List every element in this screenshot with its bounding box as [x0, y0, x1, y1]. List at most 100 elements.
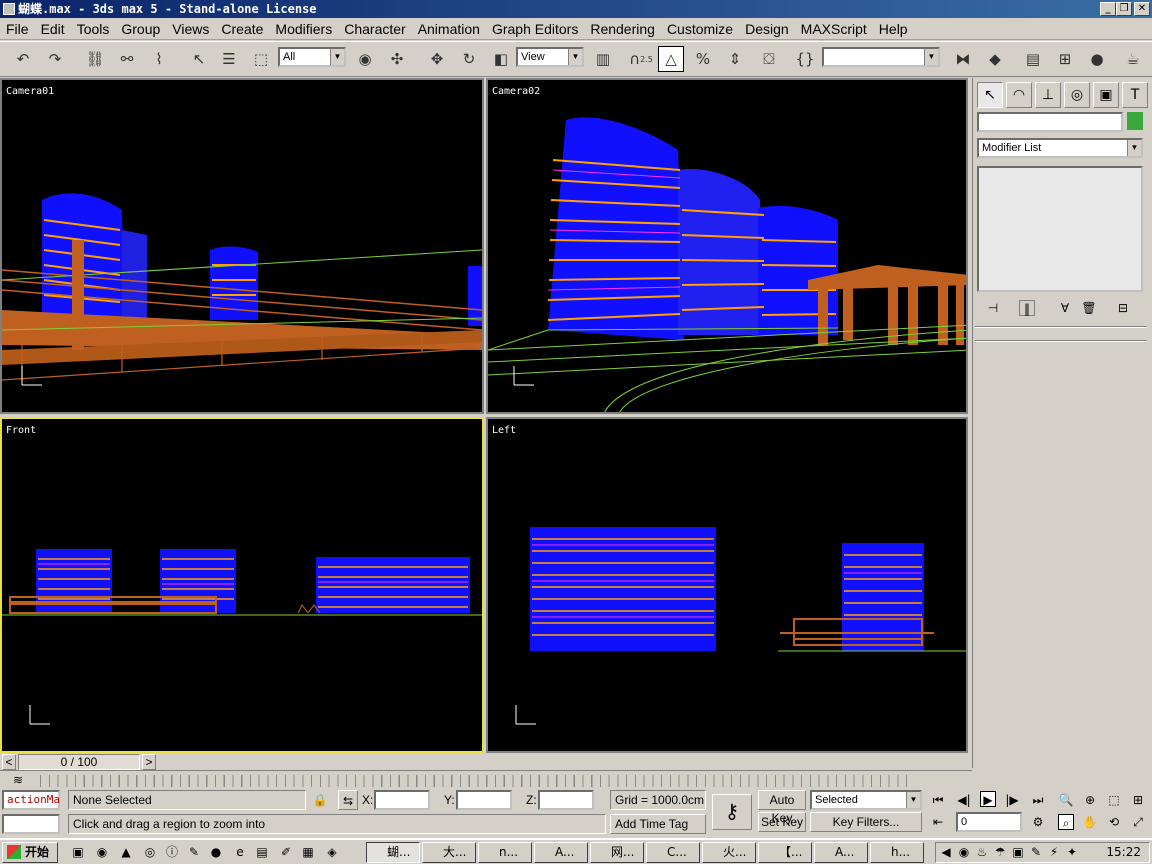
rotate-icon[interactable]: ↻	[456, 46, 482, 72]
viewport-label[interactable]: Camera01	[6, 86, 54, 97]
task-button-2[interactable]: 大...	[422, 842, 476, 863]
create-tab-icon[interactable]: ↖	[977, 82, 1003, 108]
manipulate-icon[interactable]: ✣	[384, 46, 410, 72]
snap-toggle-icon[interactable]: ∩ 2.5	[628, 46, 654, 72]
menu-file[interactable]: File	[0, 18, 35, 40]
restore-button[interactable]: ❐	[1116, 2, 1132, 16]
y-coord-field[interactable]	[456, 790, 512, 810]
quick-render-icon[interactable]: ☕	[1120, 46, 1146, 72]
object-name-field[interactable]	[977, 112, 1123, 132]
angle-snap-icon[interactable]: △	[658, 46, 684, 72]
set-key-icon[interactable]: ⚷	[712, 794, 752, 830]
time-next-icon[interactable]: >	[142, 754, 156, 770]
redo-icon[interactable]: ↷	[42, 46, 68, 72]
modifier-list-dropdown[interactable]: Modifier List ▼	[977, 138, 1143, 158]
go-to-start-icon[interactable]: ⏮	[930, 792, 946, 808]
viewport-camera01[interactable]: Camera01	[0, 78, 484, 414]
tray-app-5-icon[interactable]: ⚡	[1046, 844, 1062, 860]
quicklaunch-7-icon[interactable]: ●	[208, 844, 224, 860]
tray-app-4-icon[interactable]: ✎	[1028, 844, 1044, 860]
track-view-icon[interactable]: ▤	[1020, 46, 1046, 72]
percent-snap-icon[interactable]: %	[690, 46, 716, 72]
schematic-view-icon[interactable]: ⊞	[1052, 46, 1078, 72]
motion-tab-icon[interactable]: ◎	[1064, 82, 1090, 108]
tray-volume-icon[interactable]: ◀	[938, 844, 954, 860]
menu-maxscript[interactable]: MAXScript	[795, 18, 873, 40]
align-icon[interactable]: ◆	[982, 46, 1008, 72]
make-unique-icon[interactable]: ∀	[1057, 300, 1073, 316]
key-mode-dropdown[interactable]: Selected ▼	[810, 790, 922, 810]
z-coord-field[interactable]	[538, 790, 594, 810]
spinner-snap-icon[interactable]: ⇕	[722, 46, 748, 72]
arc-rotate-icon[interactable]: ⟲	[1106, 814, 1122, 830]
named-selection-dropdown[interactable]: ▼	[822, 47, 940, 67]
start-button[interactable]: 开始	[2, 842, 58, 863]
modifier-stack[interactable]	[977, 166, 1143, 292]
menu-group[interactable]: Group	[115, 18, 166, 40]
viewport-label[interactable]: Camera02	[492, 86, 540, 97]
task-button-1[interactable]: 蝴...	[366, 842, 420, 863]
quicklaunch-9-icon[interactable]: ✐	[278, 844, 294, 860]
quicklaunch-2-icon[interactable]: ◉	[94, 844, 110, 860]
menu-graph-editors[interactable]: Graph Editors	[486, 18, 584, 40]
quicklaunch-4-icon[interactable]: ◎	[142, 844, 158, 860]
lock-selection-icon[interactable]: 🔒	[312, 792, 328, 808]
task-button-10[interactable]: h...	[870, 842, 924, 863]
quicklaunch-1-icon[interactable]: ▣	[70, 844, 86, 860]
object-color-swatch[interactable]	[1127, 112, 1143, 130]
tray-app-6-icon[interactable]: ✦	[1064, 844, 1080, 860]
task-button-6[interactable]: C...	[646, 842, 700, 863]
selection-filter-dropdown[interactable]: All ▼	[278, 47, 346, 67]
hierarchy-tab-icon[interactable]: ⊥	[1035, 82, 1061, 108]
configure-modifier-sets-icon[interactable]: ⊟	[1115, 300, 1131, 316]
task-button-5[interactable]: 网...	[590, 842, 644, 863]
time-prev-icon[interactable]: <	[2, 754, 16, 770]
menu-views[interactable]: Views	[166, 18, 215, 40]
material-editor-icon[interactable]: ●	[1084, 46, 1110, 72]
move-icon[interactable]: ✥	[424, 46, 450, 72]
named-selection-icon[interactable]: {}	[792, 46, 818, 72]
quicklaunch-ie-icon[interactable]: e	[232, 844, 248, 860]
quicklaunch-11-icon[interactable]: ◈	[324, 844, 340, 860]
remove-modifier-icon[interactable]: 🗑	[1081, 300, 1097, 316]
select-and-link-icon[interactable]: ⛓	[82, 46, 108, 72]
menu-edit[interactable]: Edit	[35, 18, 71, 40]
viewport-camera02[interactable]: Camera02	[486, 78, 968, 414]
scale-icon[interactable]: ◧	[488, 46, 514, 72]
maxscript-input-field[interactable]	[2, 814, 60, 834]
mirror-icon[interactable]: ⧓	[950, 46, 976, 72]
menu-rendering[interactable]: Rendering	[584, 18, 661, 40]
app-icon[interactable]	[3, 3, 15, 15]
display-tab-icon[interactable]: ▣	[1093, 82, 1119, 108]
viewport-label[interactable]: Front	[6, 425, 36, 436]
menu-animation[interactable]: Animation	[412, 18, 486, 40]
task-button-4[interactable]: A...	[534, 842, 588, 863]
key-mode-toggle-icon[interactable]: ⇤	[930, 814, 946, 830]
minimize-button[interactable]: _	[1100, 2, 1116, 16]
next-frame-icon[interactable]: |▶	[1004, 792, 1020, 808]
task-button-3[interactable]: n...	[478, 842, 532, 863]
pan-icon[interactable]: ✋	[1082, 814, 1098, 830]
zoom-extents-icon[interactable]: ⬚	[1106, 792, 1122, 808]
viewport-left[interactable]: Left	[486, 417, 968, 753]
time-slider-thumb[interactable]: 0 / 100	[18, 754, 140, 770]
key-filters-button[interactable]: Key Filters...	[810, 812, 922, 832]
pivot-point-icon[interactable]: ▥	[590, 46, 616, 72]
quicklaunch-5-icon[interactable]: ⓘ	[164, 844, 180, 860]
show-end-result-icon[interactable]: ‖	[1019, 300, 1035, 316]
zoom-icon[interactable]: 🔍	[1058, 792, 1074, 808]
bind-to-space-warp-icon[interactable]: ⌇	[146, 46, 172, 72]
maxscript-listener-field[interactable]: actionMa	[2, 790, 60, 810]
select-object-icon[interactable]: ↖	[186, 46, 212, 72]
quicklaunch-8-icon[interactable]: ▤	[254, 844, 270, 860]
menu-help[interactable]: Help	[873, 18, 914, 40]
track-bar[interactable]: ≋	[0, 770, 972, 788]
maximize-viewport-icon[interactable]: ⤢	[1130, 814, 1146, 830]
time-slider[interactable]: < 0 / 100 >	[0, 753, 972, 771]
auto-key-button[interactable]: Auto Key	[758, 790, 806, 825]
menu-design[interactable]: Design	[739, 18, 795, 40]
region-zoom-icon[interactable]: ⌕	[1058, 814, 1074, 830]
absolute-mode-icon[interactable]: ⇆	[338, 790, 358, 810]
select-and-manipulate-icon[interactable]: ◉	[352, 46, 378, 72]
task-button-8[interactable]: 【...	[758, 842, 812, 863]
